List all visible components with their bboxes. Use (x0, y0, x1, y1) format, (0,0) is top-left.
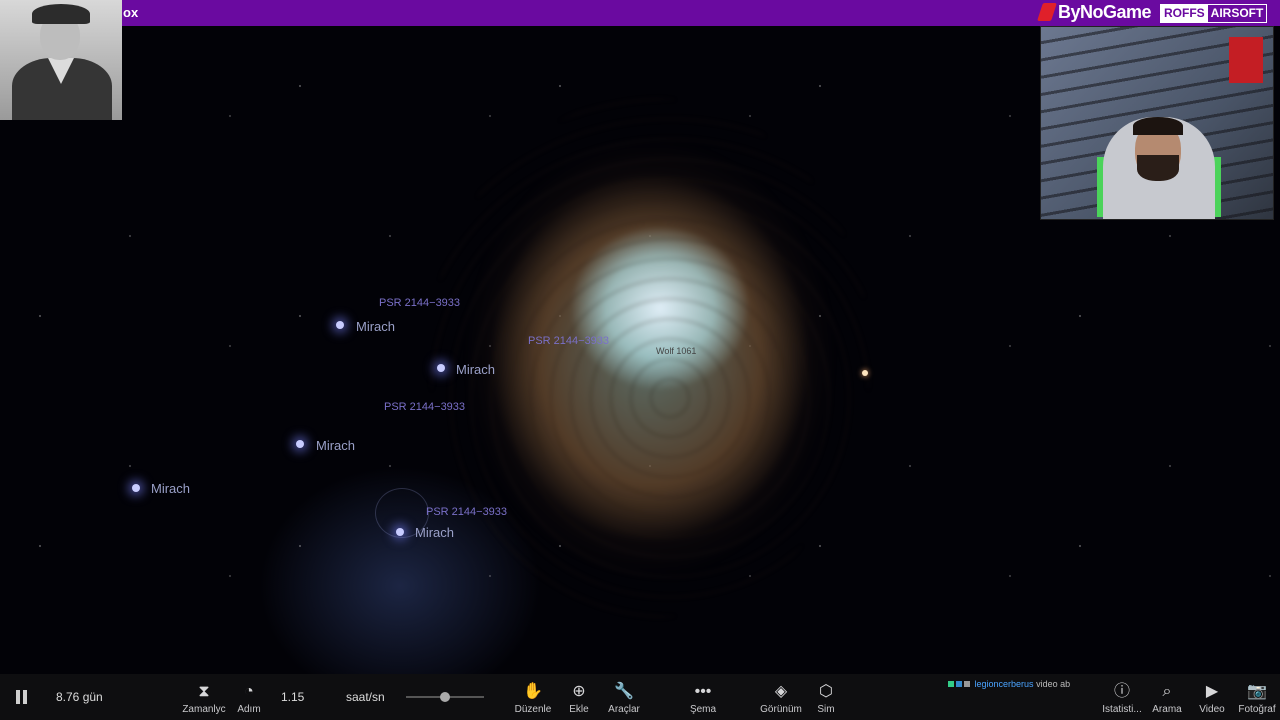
edit-button[interactable]: ✋ Düzenle (512, 682, 554, 715)
flag (1229, 37, 1263, 83)
star-mirach-1[interactable] (336, 321, 344, 329)
label-psr[interactable]: PSR 2144−3933 (384, 401, 465, 413)
chat-message: video ab (1036, 679, 1071, 689)
chat-overlay: legioncerberus video ab (948, 679, 1070, 689)
view-label: Görünüm (760, 704, 802, 715)
camera-icon: 📷 (1247, 683, 1267, 700)
window-title: ox (123, 5, 139, 20)
chat-badge-icon (948, 681, 954, 687)
stats-label: Istatisti... (1102, 704, 1142, 715)
plus-circle-icon: ⊕ (572, 683, 586, 700)
timer-label: Zamanlyc (182, 704, 226, 715)
add-button[interactable]: ⊕ Ekle (563, 682, 595, 715)
pause-icon (16, 690, 20, 704)
label-mirach[interactable]: Mirach (151, 481, 190, 496)
brand-name: ByNoGame (1058, 2, 1152, 22)
label-mirach[interactable]: Mirach (456, 362, 495, 377)
label-psr[interactable]: PSR 2144−3933 (426, 506, 507, 518)
chat-badge-icon (956, 681, 962, 687)
speed-unit[interactable]: saat/sn (346, 690, 385, 704)
sim-label: Sim (817, 704, 835, 715)
star-mirach-4[interactable] (132, 484, 140, 492)
label-psr[interactable]: PSR 2144−3933 (528, 335, 609, 347)
photo-button[interactable]: 📷 Fotoğraf (1236, 682, 1278, 715)
speed-slider-knob[interactable] (440, 692, 450, 702)
search-label: Arama (1152, 704, 1182, 715)
label-mirach[interactable]: Mirach (356, 319, 395, 334)
time-display: 8.76 gün (56, 690, 103, 704)
streamer-hair (1133, 117, 1183, 135)
hand-icon: ✋ (523, 683, 543, 700)
brand-mark-icon (1037, 3, 1057, 21)
star-mirach-3[interactable] (296, 440, 304, 448)
streamer-beard (1137, 155, 1179, 181)
nebula[interactable] (430, 98, 870, 618)
portrait-cap (32, 4, 90, 24)
label-mirach[interactable]: Mirach (415, 525, 454, 540)
edit-label: Düzenle (514, 704, 552, 715)
wrench-icon: 🔧 (614, 683, 634, 700)
info-icon: ⓘ (1113, 683, 1130, 700)
tools-button[interactable]: 🔧 Araçlar (604, 682, 644, 715)
timer-button[interactable]: ⧗ Zamanlyc (180, 682, 228, 715)
video-button[interactable]: ▶ Video (1196, 682, 1228, 715)
chat-username: legioncerberus (974, 679, 1034, 689)
tools-label: Araçlar (608, 704, 640, 715)
sponsor-right: AIRSOFT (1207, 5, 1267, 22)
dots-icon: ••• (694, 683, 712, 700)
speed-value[interactable]: 1.15 (281, 690, 304, 704)
nebula-texture (430, 98, 870, 618)
sponsor-left: ROFFS (1164, 6, 1205, 20)
webcam-overlay (1040, 26, 1274, 220)
search-icon: ⌕ (1162, 683, 1172, 700)
search-button[interactable]: ⌕ Arama (1150, 682, 1184, 715)
video-camera-icon: ▶ (1205, 683, 1219, 700)
sponsor-logo: ROFFS AIRSOFT (1160, 4, 1268, 23)
photo-label: Fotoğraf (1238, 704, 1276, 715)
step-button[interactable]: ◔ Adım (232, 682, 266, 715)
star-mirach-2[interactable] (437, 364, 445, 372)
title-bar: ox ByNoGame ROFFS AIRSOFT (0, 0, 1280, 26)
sim-button[interactable]: ⬡ Sim (812, 682, 840, 715)
add-label: Ekle (569, 704, 589, 715)
step-label: Adım (237, 704, 261, 715)
schema-label: Şema (689, 704, 717, 715)
video-label: Video (1199, 704, 1225, 715)
brand-logo: ByNoGame (1037, 2, 1152, 23)
view-button[interactable]: ◈ Görünüm (758, 682, 804, 715)
clock-dial-icon: ◔ (244, 683, 254, 700)
layers-icon: ◈ (774, 683, 788, 700)
hourglass-icon: ⧗ (198, 683, 210, 700)
schema-button[interactable]: ••• Şema (686, 682, 720, 715)
pause-icon (23, 690, 27, 704)
star-object[interactable] (862, 370, 868, 376)
cube-icon: ⬡ (819, 683, 833, 700)
label-mirach[interactable]: Mirach (316, 438, 355, 453)
label-psr[interactable]: PSR 2144−3933 (379, 297, 460, 309)
chat-badge-icon (964, 681, 970, 687)
label-wolf[interactable]: Wolf 1061 (656, 346, 696, 356)
pause-button[interactable] (15, 690, 29, 704)
stats-button[interactable]: ⓘ Istatisti... (1098, 682, 1146, 715)
portrait-overlay (0, 0, 122, 120)
